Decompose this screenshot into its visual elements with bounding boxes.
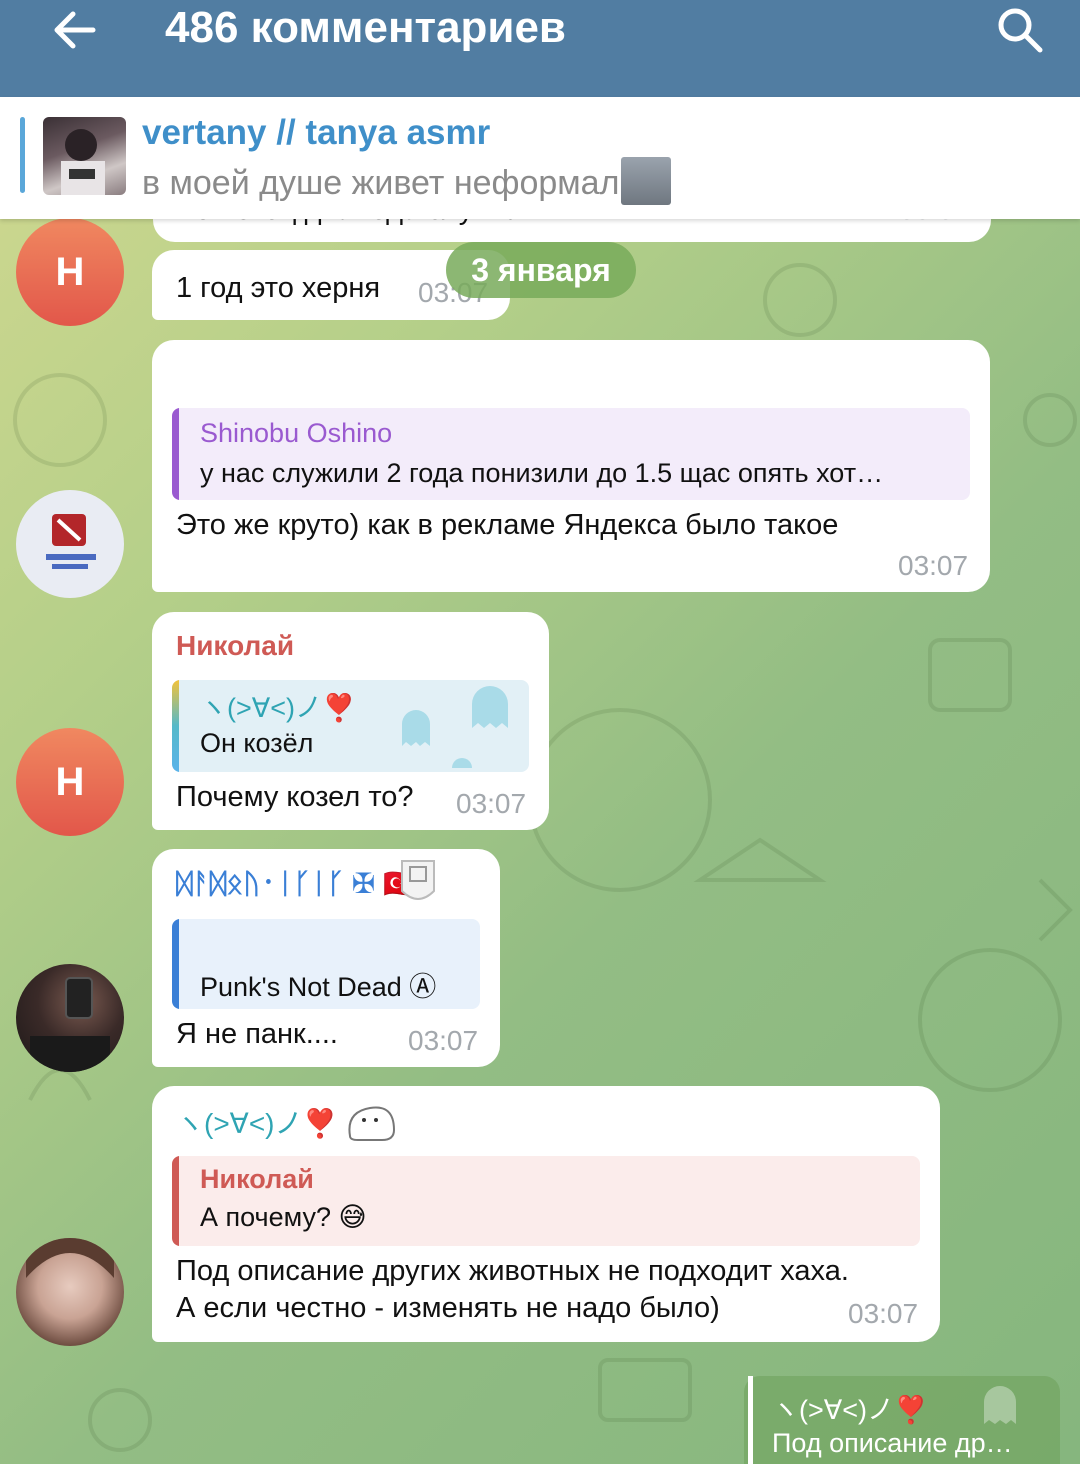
pinned-text: в моей душе живет неформал xyxy=(142,157,672,209)
reply-sender: Николай xyxy=(200,1164,314,1194)
badge-emoji-icon xyxy=(401,860,435,900)
reply-quote[interactable]: Николай А почему? 😅 xyxy=(172,1156,920,1246)
message-text: Это же круто) как в рекламе Яндекса было… xyxy=(176,509,839,541)
search-icon xyxy=(998,8,1043,53)
reply-accent-bar xyxy=(748,1376,753,1464)
search-button[interactable] xyxy=(985,0,1055,60)
reply-accent-bar xyxy=(172,408,179,500)
message-bubble[interactable]: ᛞᚨᛞᛟᚢ᛫ᛁᚴᛁᚴ ✠ 🇹🇷 Punk's Not Dead Ⓐ Я не п… xyxy=(152,849,500,1067)
pinned-title: vertany // tanya asmr xyxy=(142,113,491,152)
reply-quote[interactable]: ヽ(>∀<)ノ❣️ Он козёл xyxy=(172,680,529,772)
message-time: 03:07 xyxy=(408,1025,479,1056)
avatar-nikolay[interactable]: Н xyxy=(16,728,124,836)
avatar-photo-icon xyxy=(30,977,110,1072)
reply-accent-bar xyxy=(172,919,179,1009)
avatar-nikolay[interactable]: Н xyxy=(16,218,124,326)
message-time: 03:07 xyxy=(848,1298,919,1329)
message-text: А если честно - изменять не надо было) xyxy=(176,1292,720,1324)
outgoing-message-bubble[interactable]: ヽ(>∀<)ノ❣️ Под описание др… xyxy=(744,1376,1060,1464)
message-text: Я не панк.... xyxy=(176,1018,338,1050)
dota-logo-icon xyxy=(46,514,96,569)
back-button[interactable] xyxy=(40,0,110,60)
reply-quote[interactable]: Punk's Not Dead Ⓐ xyxy=(172,919,480,1009)
message-time: 03:07 xyxy=(898,550,969,581)
reply-accent-bar xyxy=(172,680,179,772)
ghost-pattern-icon xyxy=(402,686,508,768)
app-bar: 486 комментариев xyxy=(0,0,1080,97)
message-sender[interactable]: ヽ(>∀<)ノ❣️ xyxy=(176,1102,337,1142)
date-divider: 3 января xyxy=(446,242,636,298)
pinned-thumbnail xyxy=(43,117,126,195)
arrow-back-icon xyxy=(54,11,96,49)
reply-accent-bar xyxy=(172,1156,179,1246)
message-bubble[interactable]: Николай ヽ(>∀<)ノ❣️ Он козёл Почему козел … xyxy=(152,612,549,830)
reply-text: Он козёл xyxy=(200,728,314,758)
message-time: 03:07 xyxy=(456,788,527,819)
message-text: Почему козел то? xyxy=(176,781,414,813)
avatar-girl[interactable] xyxy=(16,1238,124,1346)
reply-quote[interactable]: Shinobu Oshino у нас служили 2 года пони… xyxy=(172,408,970,500)
pinned-accent-bar xyxy=(20,117,25,193)
reply-text: у нас служили 2 года понизили до 1.5 щас… xyxy=(200,458,884,488)
pinned-post[interactable]: vertany // tanya asmr в моей душе живет … xyxy=(0,97,1080,219)
reply-text: А почему? 😅 xyxy=(200,1202,367,1232)
reply-text: Punk's Not Dead Ⓐ xyxy=(200,972,437,1002)
avatar-dota[interactable] xyxy=(16,490,124,598)
message-bubble[interactable]: Shinobu Oshino у нас служили 2 года пони… xyxy=(152,340,990,592)
avatar-user[interactable] xyxy=(16,964,124,1072)
old-man-emoji-icon xyxy=(621,157,672,205)
cat-emoji-icon xyxy=(348,1106,396,1141)
reply-sender: ヽ(>∀<)ノ❣️ xyxy=(772,1395,928,1425)
message-sender[interactable]: Николай xyxy=(176,630,294,662)
reply-sender: ヽ(>∀<)ノ❣️ xyxy=(200,693,356,723)
message-text: 1 год это херня xyxy=(176,272,381,304)
message-sender[interactable]: ᛞᚨᛞᛟᚢ᛫ᛁᚴᛁᚴ ✠ 🇹🇷 xyxy=(176,867,418,900)
reply-text: Под описание др… xyxy=(772,1428,1013,1458)
avatar-photo-icon xyxy=(26,1238,114,1278)
message-bubble[interactable]: ヽ(>∀<)ノ❣️ Николай А почему? 😅 Под описан… xyxy=(152,1086,940,1342)
reply-sender: Shinobu Oshino xyxy=(200,418,393,448)
message-text: Под описание других животных не подходит… xyxy=(176,1255,849,1287)
page-title: 486 комментариев xyxy=(165,3,566,52)
